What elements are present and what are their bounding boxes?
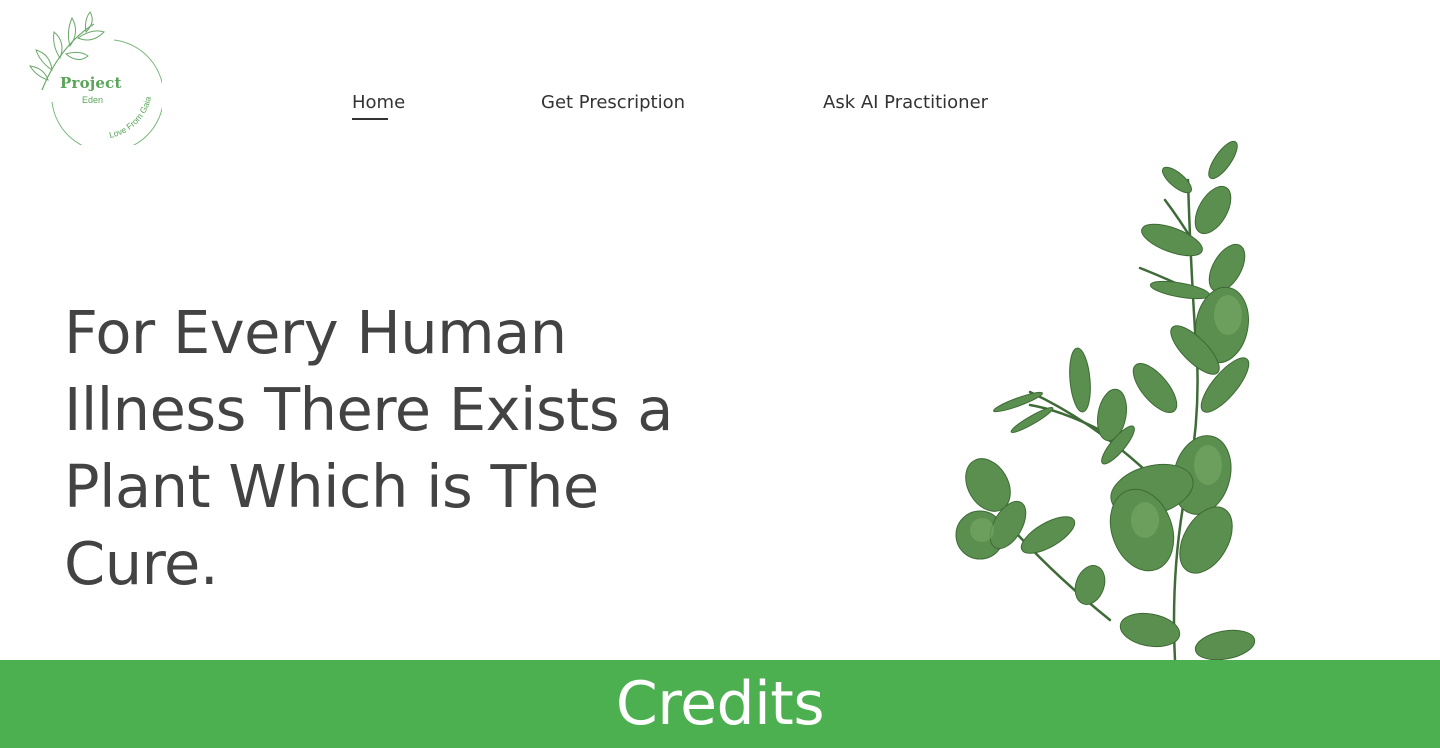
credits-footer[interactable]: Credits — [0, 660, 1440, 748]
hero-line-2: Illness There Exists a — [64, 375, 673, 444]
nav-active-underline — [352, 118, 388, 120]
hero-line-1: For Every Human — [64, 298, 567, 367]
logo-tagline: Love From Gaia — [108, 95, 153, 140]
hero-line-4: Cure. — [64, 529, 219, 598]
plant-image — [940, 140, 1270, 662]
logo[interactable]: Project Eden Love From Gaia — [22, 10, 162, 145]
main-nav: Home Get Prescription Ask AI Practitione… — [0, 92, 1440, 122]
nav-get-prescription-link[interactable]: Get Prescription — [541, 92, 685, 113]
nav-ask-ai-practitioner-link[interactable]: Ask AI Practitioner — [823, 92, 988, 113]
credits-label[interactable]: Credits — [616, 669, 825, 739]
hero-line-3: Plant Which is The — [64, 452, 599, 521]
eucalyptus-branch-image — [955, 140, 1256, 662]
page: Project Eden Love From Gaia Home Get Pre… — [0, 0, 1440, 748]
nav-home-link[interactable]: Home — [352, 92, 405, 113]
hero-heading: For Every Human Illness There Exists a P… — [64, 294, 704, 602]
